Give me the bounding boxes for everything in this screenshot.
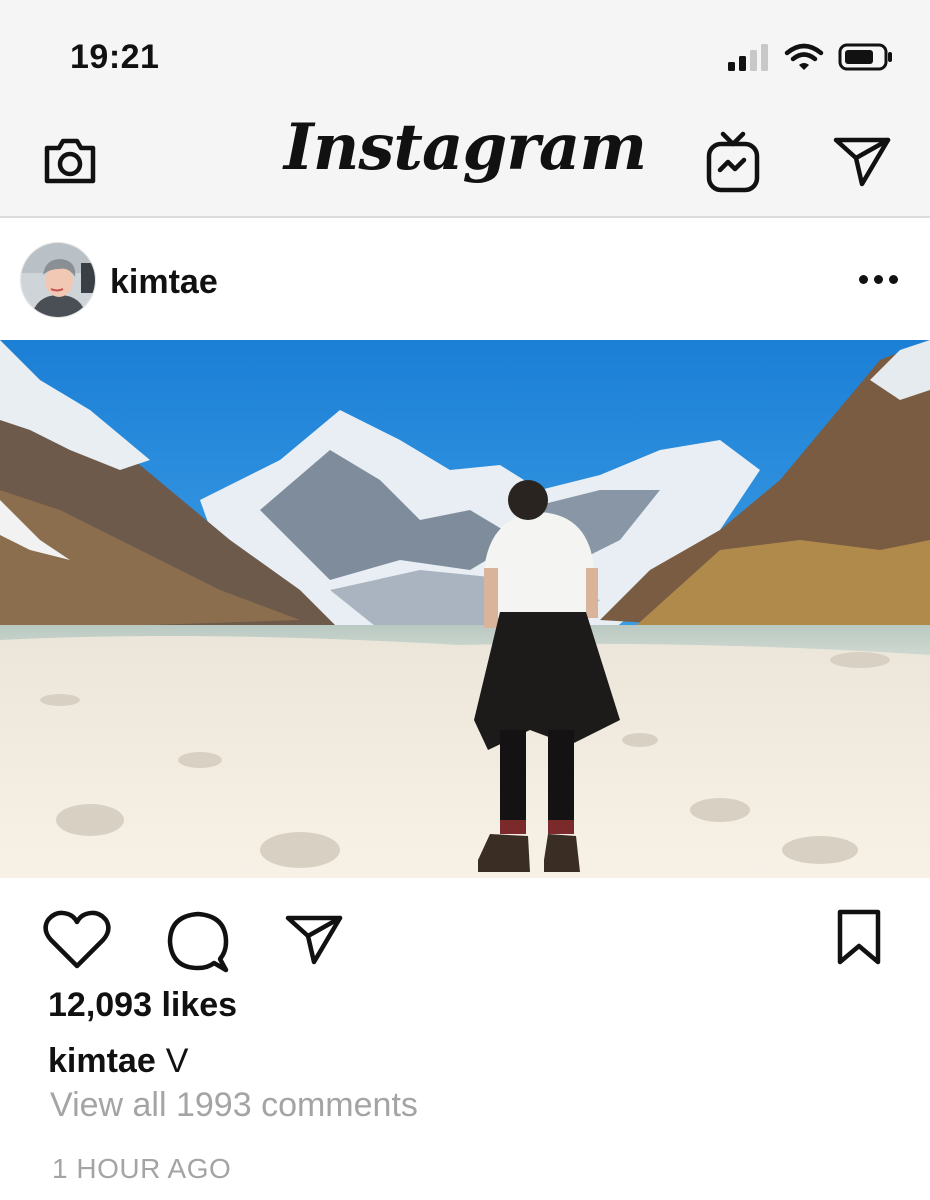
status-time: 19:21	[70, 38, 160, 76]
instagram-logo: Instagram	[283, 110, 647, 185]
more-dot	[889, 275, 898, 284]
bookmark-icon[interactable]	[834, 908, 884, 966]
caption-text: V	[165, 1042, 189, 1080]
post-actions	[0, 900, 930, 980]
view-comments-link[interactable]: View all 1993 comments	[50, 1086, 418, 1125]
post-caption: kimtae V	[48, 1042, 188, 1081]
post-username[interactable]: kimtae	[110, 263, 218, 302]
more-dot	[874, 275, 883, 284]
igtv-icon[interactable]	[704, 130, 762, 194]
battery-icon	[838, 43, 892, 71]
heart-icon[interactable]	[42, 908, 112, 972]
post-photo[interactable]	[0, 340, 930, 878]
caption-username[interactable]: kimtae	[48, 1042, 156, 1080]
avatar[interactable]	[20, 242, 96, 318]
post-header: kimtae	[0, 220, 930, 340]
top-bar: 19:21 Instagram	[0, 0, 930, 218]
post-timestamp: 1 HOUR AGO	[52, 1153, 232, 1184]
more-dot	[859, 275, 868, 284]
wifi-icon	[784, 43, 824, 70]
more-options-icon[interactable]	[859, 275, 898, 284]
likes-count[interactable]: 12,093 likes	[48, 986, 237, 1025]
status-icons	[726, 42, 894, 72]
share-icon[interactable]	[284, 912, 344, 966]
signal-icon	[728, 44, 768, 71]
direct-message-icon[interactable]	[832, 134, 892, 188]
comment-icon[interactable]	[164, 908, 232, 974]
